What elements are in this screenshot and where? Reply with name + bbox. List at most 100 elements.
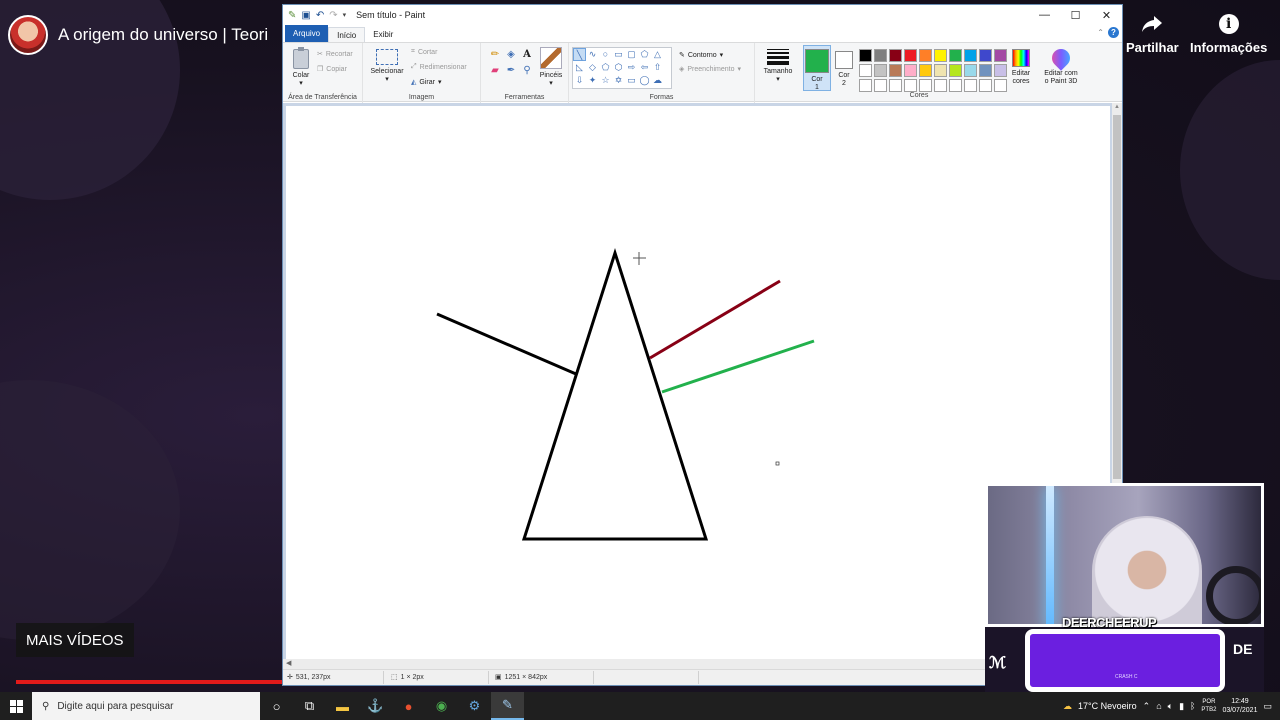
palette-swatch[interactable] — [889, 49, 902, 62]
start-button[interactable] — [0, 692, 32, 720]
cortana-icon[interactable]: ○ — [260, 692, 293, 720]
pencil-icon[interactable]: ✏ — [487, 49, 503, 60]
notifications-icon[interactable]: ▭ — [1263, 701, 1272, 712]
palette-swatch[interactable] — [964, 49, 977, 62]
language-indicator[interactable]: POR PTB2 — [1201, 698, 1216, 714]
fill-button[interactable]: ◈ Preenchimento ▾ — [679, 65, 741, 74]
palette-swatch[interactable] — [904, 79, 917, 92]
scroll-left-icon[interactable]: ◀ — [286, 659, 291, 667]
edit-with-paint3d-button[interactable]: Editar com o Paint 3D — [1039, 45, 1083, 86]
eraser-icon[interactable]: ▰ — [487, 65, 503, 76]
close-icon[interactable]: ✕ — [1091, 5, 1122, 25]
palette-swatch[interactable] — [979, 49, 992, 62]
palette-swatch[interactable] — [934, 79, 947, 92]
callout-rect-shape-icon[interactable]: ▭ — [625, 74, 638, 87]
maximize-icon[interactable]: ☐ — [1060, 5, 1091, 25]
tray-expand-icon[interactable]: ⌃ — [1143, 701, 1151, 712]
diamond-shape-icon[interactable]: ◇ — [586, 61, 599, 74]
palette-swatch[interactable] — [874, 49, 887, 62]
palette-swatch[interactable] — [964, 64, 977, 77]
save-icon[interactable]: ▣ — [301, 10, 310, 21]
steam-icon[interactable]: ⚙ — [458, 692, 491, 720]
tab-home[interactable]: Início — [328, 27, 366, 42]
fill-bucket-icon[interactable]: ◈ — [503, 49, 519, 60]
paint-taskbar-icon[interactable]: ✎ — [491, 692, 524, 720]
down-arrow-shape-icon[interactable]: ⇩ — [573, 74, 586, 87]
brushes-button[interactable]: Pincéis ▾ — [537, 47, 565, 88]
palette-swatch[interactable] — [859, 49, 872, 62]
customize-toolbar-icon[interactable]: ▾ — [343, 11, 347, 19]
copy-button[interactable]: ❐ Copiar — [317, 65, 347, 74]
clock[interactable]: 12:49 03/07/2021 — [1222, 697, 1257, 715]
edit-colors-button[interactable]: Editar cores — [1008, 49, 1034, 86]
help-icon[interactable]: ? — [1108, 27, 1119, 38]
bluetooth-icon[interactable]: ᛒ — [1190, 701, 1195, 711]
palette-swatch[interactable] — [994, 79, 1007, 92]
more-videos-button[interactable]: MAIS VÍDEOS — [16, 623, 134, 657]
weather-text[interactable]: 17°C Nevoeiro — [1078, 701, 1137, 711]
power-icon[interactable]: ▮ — [1179, 701, 1184, 712]
app-icon-red[interactable]: ● — [392, 692, 425, 720]
palette-swatch[interactable] — [874, 64, 887, 77]
outline-button[interactable]: ✎ Contorno ▾ — [679, 51, 723, 60]
five-point-star-shape-icon[interactable]: ☆ — [599, 74, 612, 87]
volume-icon[interactable]: 🔈︎ — [1168, 701, 1173, 712]
right-triangle-shape-icon[interactable]: ◺ — [573, 61, 586, 74]
redo-icon[interactable]: ↷ — [329, 10, 337, 21]
channel-avatar[interactable] — [8, 15, 48, 55]
color-picker-icon[interactable]: ✒ — [503, 65, 519, 76]
text-icon[interactable]: A — [519, 49, 535, 60]
up-arrow-shape-icon[interactable]: ⇧ — [651, 61, 664, 74]
task-view-icon[interactable]: ⧉ — [293, 692, 326, 720]
right-arrow-shape-icon[interactable]: ⇨ — [625, 61, 638, 74]
resize-button[interactable]: ⤢ Redimensionar — [411, 63, 467, 71]
vertical-scroll-thumb[interactable] — [1113, 115, 1121, 479]
minimize-icon[interactable]: — — [1029, 5, 1060, 25]
paste-button[interactable]: Colar ▾ — [289, 47, 313, 88]
info-button[interactable]: i Informações — [1190, 12, 1267, 55]
network-icon[interactable]: ⌂ — [1156, 701, 1161, 711]
palette-swatch[interactable] — [994, 49, 1007, 62]
line-shape-icon[interactable]: ╲ — [573, 48, 586, 61]
scroll-up-icon[interactable]: ▲ — [1114, 104, 1120, 110]
video-title[interactable]: A origem do universo | Teori — [58, 25, 268, 45]
palette-swatch[interactable] — [949, 49, 962, 62]
curve-shape-icon[interactable]: ∿ — [586, 48, 599, 61]
hexagon-shape-icon[interactable]: ⬡ — [612, 61, 625, 74]
palette-swatch[interactable] — [919, 64, 932, 77]
share-button[interactable]: Partilhar — [1126, 12, 1179, 55]
size-button[interactable]: Tamanho ▾ — [764, 49, 792, 84]
polygon-shape-icon[interactable]: ⬠ — [638, 48, 651, 61]
four-point-star-shape-icon[interactable]: ✦ — [586, 74, 599, 87]
cut-button[interactable]: ✂ Recortar — [317, 50, 353, 59]
palette-swatch[interactable] — [874, 79, 887, 92]
pentagon-shape-icon[interactable]: ⬠ — [599, 61, 612, 74]
oval-shape-icon[interactable]: ○ — [599, 48, 612, 61]
left-arrow-shape-icon[interactable]: ⇦ — [638, 61, 651, 74]
palette-swatch[interactable] — [889, 64, 902, 77]
triangle-shape-icon[interactable]: △ — [651, 48, 664, 61]
undo-icon[interactable]: ↶ — [316, 10, 324, 21]
palette-swatch[interactable] — [889, 79, 902, 92]
cloud-callout-shape-icon[interactable]: ☁ — [651, 74, 664, 87]
palette-swatch[interactable] — [919, 49, 932, 62]
palette-swatch[interactable] — [904, 64, 917, 77]
chrome-icon[interactable]: ◉ — [425, 692, 458, 720]
palette-swatch[interactable] — [979, 64, 992, 77]
crop-button[interactable]: ⌗ Cortar — [411, 48, 437, 56]
color2-button[interactable]: Cor 2 — [832, 51, 856, 88]
magnifier-icon[interactable]: ⚲ — [519, 65, 535, 76]
palette-swatch[interactable] — [979, 79, 992, 92]
palette-swatch[interactable] — [859, 79, 872, 92]
palette-swatch[interactable] — [904, 49, 917, 62]
palette-swatch[interactable] — [949, 79, 962, 92]
palette-swatch[interactable] — [934, 64, 947, 77]
ribbon-minimize-icon[interactable]: ⌃ — [1097, 28, 1104, 37]
file-explorer-icon[interactable]: ▬ — [326, 692, 359, 720]
tab-view[interactable]: Exibir — [365, 27, 401, 42]
palette-swatch[interactable] — [919, 79, 932, 92]
taskbar-search[interactable]: ⚲ Digite aqui para pesquisar — [32, 692, 260, 720]
video-progress-bar[interactable] — [16, 680, 282, 684]
callout-oval-shape-icon[interactable]: ◯ — [638, 74, 651, 87]
palette-swatch[interactable] — [964, 79, 977, 92]
